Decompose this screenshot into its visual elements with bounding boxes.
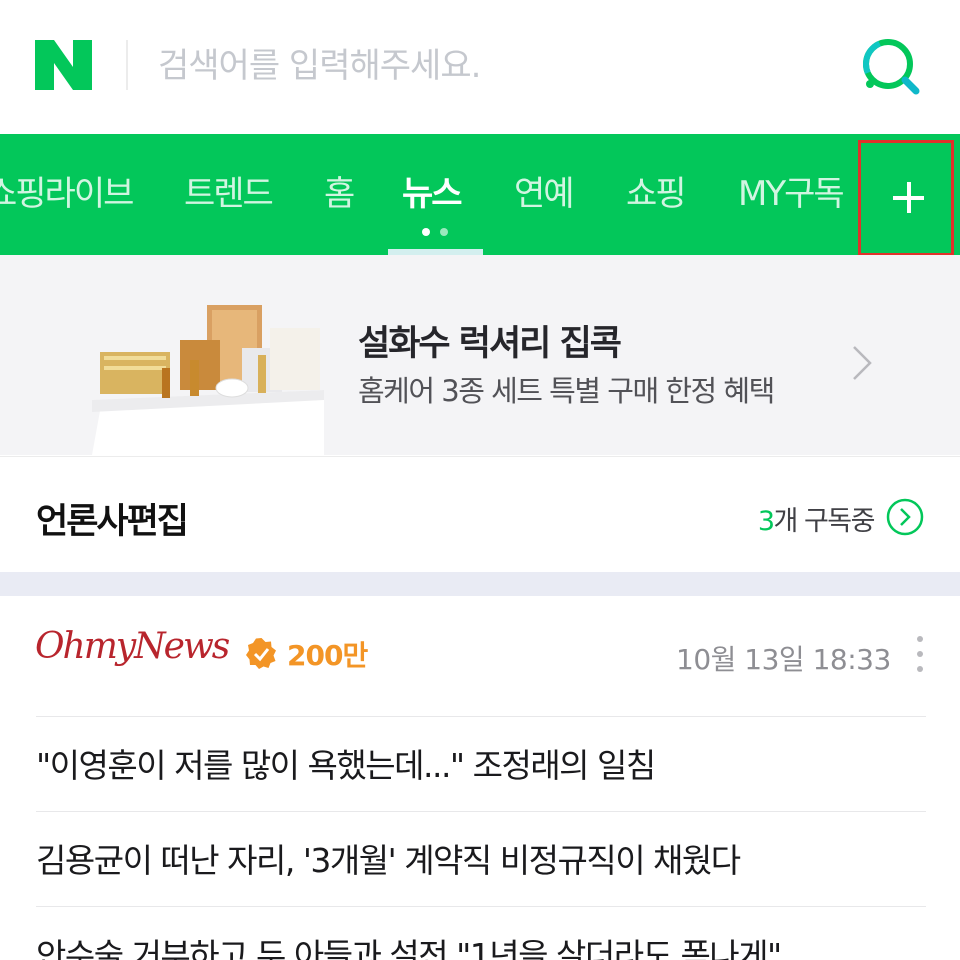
page-indicator <box>422 228 452 236</box>
banner-subtitle: 홈케어 3종 세트 특별 구매 한정 혜택 <box>358 374 775 408</box>
section-title: 언론사편집 <box>36 502 189 542</box>
ad-banner[interactable]: 설화수 럭셔리 집콕 홈케어 3종 세트 특별 구매 한정 혜택 <box>0 255 960 455</box>
headline-text: 안수술 거부하고 두 아들과 설전 "1년을 살더라도 폼나게" <box>36 936 782 960</box>
headline-item[interactable]: 김용균이 떠난 자리, '3개월' 계약직 비정규직이 채웠다 <box>36 811 926 906</box>
tab-my-subscriptions[interactable]: MY구독 <box>738 134 845 255</box>
verified-badge-icon <box>246 638 276 669</box>
headline-item[interactable]: "이영훈이 저를 많이 욕했는데..." 조정래의 일침 <box>36 716 926 811</box>
header-divider <box>126 40 128 90</box>
plus-icon[interactable] <box>858 140 954 256</box>
tab-shopping-live[interactable]: 쇼핑라이브 <box>0 134 134 255</box>
naver-logo[interactable] <box>35 40 92 90</box>
subscription-label: 개 구독중 <box>773 506 876 537</box>
page-dot <box>440 228 448 236</box>
subscription-status[interactable]: 3개 구독중 <box>757 499 876 538</box>
headline-text: "이영훈이 저를 많이 욕했는데..." 조정래의 일침 <box>36 746 656 785</box>
tab-trend[interactable]: 트렌드 <box>184 134 274 255</box>
search-icon[interactable] <box>860 36 924 96</box>
press-logo[interactable]: OhmyNews <box>35 626 230 667</box>
headline-text: 김용균이 떠난 자리, '3개월' 계약직 비정규직이 채웠다 <box>36 841 741 880</box>
product-image <box>92 305 324 455</box>
press-section-header: 언론사편집 3개 구독중 <box>0 456 960 572</box>
section-divider <box>0 572 960 596</box>
published-date: 10월 13일 18:33 <box>676 643 891 676</box>
chevron-right-icon[interactable] <box>848 343 876 383</box>
subscriber-count-badge: 200만 <box>287 639 368 672</box>
subscription-count: 3 <box>757 506 775 537</box>
page-dot-active <box>422 228 430 236</box>
category-nav: 쇼핑라이브 트렌드 홈 뉴스 연예 쇼핑 MY구독 <box>0 134 960 255</box>
search-header <box>0 0 960 134</box>
more-options-icon[interactable] <box>910 634 930 674</box>
headline-item[interactable]: 안수술 거부하고 두 아들과 설전 "1년을 살더라도 폼나게" <box>36 906 926 960</box>
tab-entertainment[interactable]: 연예 <box>514 134 575 255</box>
tab-news[interactable]: 뉴스 <box>402 134 463 255</box>
news-card: OhmyNews 200만 10월 13일 18:33 "이영훈이 저를 많이 … <box>0 596 960 960</box>
banner-title: 설화수 럭셔리 집콕 <box>358 324 622 364</box>
tab-home[interactable]: 홈 <box>324 134 355 255</box>
search-input[interactable] <box>158 38 818 94</box>
tab-shopping[interactable]: 쇼핑 <box>626 134 687 255</box>
circle-chevron-right-icon[interactable] <box>885 497 925 537</box>
